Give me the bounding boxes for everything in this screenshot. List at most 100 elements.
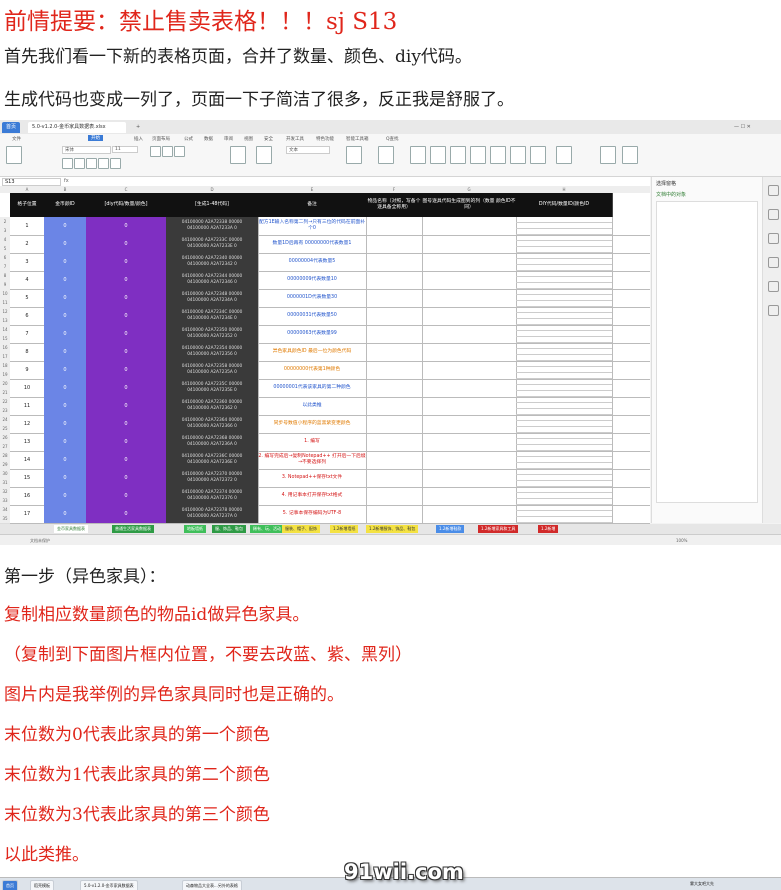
cell-diy-id[interactable] (516, 415, 613, 434)
cell-diy-id[interactable] (516, 469, 613, 488)
sort-icon[interactable] (450, 146, 466, 164)
cell-diy-id[interactable] (516, 451, 613, 470)
cell-diy-id[interactable] (516, 253, 613, 272)
cell-note[interactable]: 4. 用记事本打开保存txt格式 (258, 487, 367, 506)
window-controls[interactable]: — ☐ ✕ (730, 122, 755, 133)
cell-generated-code[interactable]: 04100000 A2A72350 00000 04100000 A2A72352… (166, 325, 259, 344)
cell-note[interactable]: 配方1E输入名称第二列→只有三位的代码在前面补个0 (258, 217, 367, 236)
cell-color-id[interactable]: 0 (44, 469, 87, 488)
paste-icon[interactable] (6, 146, 22, 164)
cell-color-id[interactable]: 0 (44, 253, 87, 272)
cell-extra[interactable] (612, 505, 650, 524)
cell-generated-code[interactable]: 04100000 A2A7233C 00000 04100000 A2A7233E… (166, 235, 259, 254)
align-right-icon[interactable] (174, 146, 185, 157)
menu-home[interactable]: 开始 (88, 135, 103, 141)
sheet-tab[interactable]: 1.2新增家具和工具 (478, 525, 519, 533)
cell-generated-code[interactable]: 04100000 A2A7236C 00000 04100000 A2A7236E… (166, 451, 259, 470)
sheet-tab[interactable]: 地板墙纸 (184, 525, 206, 533)
cell-extra[interactable] (612, 217, 650, 236)
conditional-format-icon[interactable] (346, 146, 362, 164)
header-item-name[interactable]: 物品名称（对照，写备个逐具备全称用） (366, 193, 423, 217)
cell-note[interactable]: 00000009代表数量10 (258, 271, 367, 290)
sidebar-style-icon[interactable] (768, 185, 779, 196)
cell-color-id[interactable]: 0 (44, 487, 87, 506)
wrap-icon[interactable] (256, 146, 272, 164)
cell-generated-code[interactable]: 04100000 A2A72340 00000 04100000 A2A72342… (166, 253, 259, 272)
cell-position[interactable]: 3 (10, 253, 45, 272)
underline-icon[interactable] (86, 158, 97, 169)
cell-note[interactable]: 1. 编写 (258, 433, 367, 452)
cell-code-column[interactable] (422, 469, 517, 488)
cell-diy[interactable]: 0 (86, 415, 167, 434)
cell-item-name[interactable] (366, 361, 423, 380)
cell-note[interactable]: 00000004代表数量5 (258, 253, 367, 272)
worksheet-icon[interactable] (530, 146, 546, 164)
cell-item-name[interactable] (366, 289, 423, 308)
cell-item-name[interactable] (366, 343, 423, 362)
cell-item-name[interactable] (366, 325, 423, 344)
sheet-tab[interactable]: 1.2新增服饰、饰品、鞋包 (366, 525, 419, 533)
header-diy[interactable]: [diy代码/数量/颜色] (86, 193, 167, 217)
col-header-h[interactable]: H (516, 186, 613, 193)
cell-code-column[interactable] (422, 289, 517, 308)
menu-dev[interactable]: 开发工具 (286, 136, 304, 142)
cell-diy-id[interactable] (516, 325, 613, 344)
cell-diy-id[interactable] (516, 217, 613, 236)
row-number[interactable]: 35 (0, 514, 10, 524)
cells-icon[interactable] (490, 146, 506, 164)
col-header-b[interactable]: B (44, 186, 87, 193)
menu-toolbox[interactable]: 智能工具箱 (346, 136, 369, 142)
sum-icon[interactable] (410, 146, 426, 164)
cell-diy[interactable]: 0 (86, 253, 167, 272)
sidebar-select-icon[interactable] (768, 257, 779, 268)
cell-note[interactable]: 3. Notepad++保存txt文件 (258, 469, 367, 488)
cell-extra[interactable] (612, 487, 650, 506)
col-header-f[interactable]: F (366, 186, 423, 193)
header-note[interactable]: 备注 (258, 193, 367, 217)
cell-code-column[interactable] (422, 433, 517, 452)
cell-generated-code[interactable]: 04100000 A2A72360 00000 04100000 A2A72362… (166, 397, 259, 416)
header-gen[interactable]: [生成1-48代码] (166, 193, 259, 217)
cell-code-column[interactable] (422, 379, 517, 398)
cell-color-id[interactable]: 0 (44, 379, 87, 398)
menu-feature[interactable]: 特色功能 (316, 136, 334, 142)
menu-layout[interactable]: 页面布局 (152, 136, 170, 142)
cell-code-column[interactable] (422, 415, 517, 434)
cell-generated-code[interactable]: 04100000 A2A7234C 00000 04100000 A2A7234E… (166, 307, 259, 326)
cell-diy[interactable]: 0 (86, 397, 167, 416)
cell-note[interactable]: 数量1D后再有 00000000代表数量1 (258, 235, 367, 254)
cell-generated-code[interactable]: 04100000 A2A72374 00000 04100000 A2A72376… (166, 487, 259, 506)
cell-diy-id[interactable] (516, 289, 613, 308)
cell-color-id[interactable]: 0 (44, 325, 87, 344)
cell-code-column[interactable] (422, 451, 517, 470)
font-size-box[interactable]: 11 (112, 146, 138, 153)
cell-extra[interactable] (612, 253, 650, 272)
cell-generated-code[interactable]: 04100000 A2A72370 00000 04100000 A2A72372… (166, 469, 259, 488)
fx-icon[interactable]: fx (64, 178, 69, 184)
find-icon[interactable] (600, 146, 616, 164)
cell-extra[interactable] (612, 307, 650, 326)
font-name-box[interactable]: 宋体 (62, 146, 111, 154)
cell-diy-id[interactable] (516, 307, 613, 326)
cell-position[interactable]: 1 (10, 217, 45, 236)
sheet-tab[interactable]: 1.2新增鞋款 (436, 525, 465, 533)
italic-icon[interactable] (74, 158, 85, 169)
menu-security[interactable]: 安全 (264, 136, 273, 142)
cell-generated-code[interactable]: 04100000 A2A72344 00000 04100000 A2A72346… (166, 271, 259, 290)
menu-insert[interactable]: 插入 (134, 136, 143, 142)
cell-extra[interactable] (612, 361, 650, 380)
cell-color-id[interactable]: 0 (44, 343, 87, 362)
cell-note[interactable]: 以此类推 (258, 397, 367, 416)
fill-color-icon[interactable] (98, 158, 109, 169)
sheet-tab[interactable]: 普通生活家具数据表 (112, 525, 154, 533)
selection-pane-item[interactable]: 文档中的对象 (656, 191, 686, 198)
cell-position[interactable]: 6 (10, 307, 45, 326)
cell-code-column[interactable] (422, 343, 517, 362)
cell-code-column[interactable] (422, 505, 517, 524)
cell-note[interactable]: 异色家具颜色ID 最后一位为颜色代码 (258, 343, 367, 362)
cell-position[interactable]: 9 (10, 361, 45, 380)
cell-diy-id[interactable] (516, 487, 613, 506)
cell-extra[interactable] (612, 433, 650, 452)
sheet-tab[interactable]: 服、饰品、鞋包 (212, 525, 246, 533)
cell-diy[interactable]: 0 (86, 487, 167, 506)
